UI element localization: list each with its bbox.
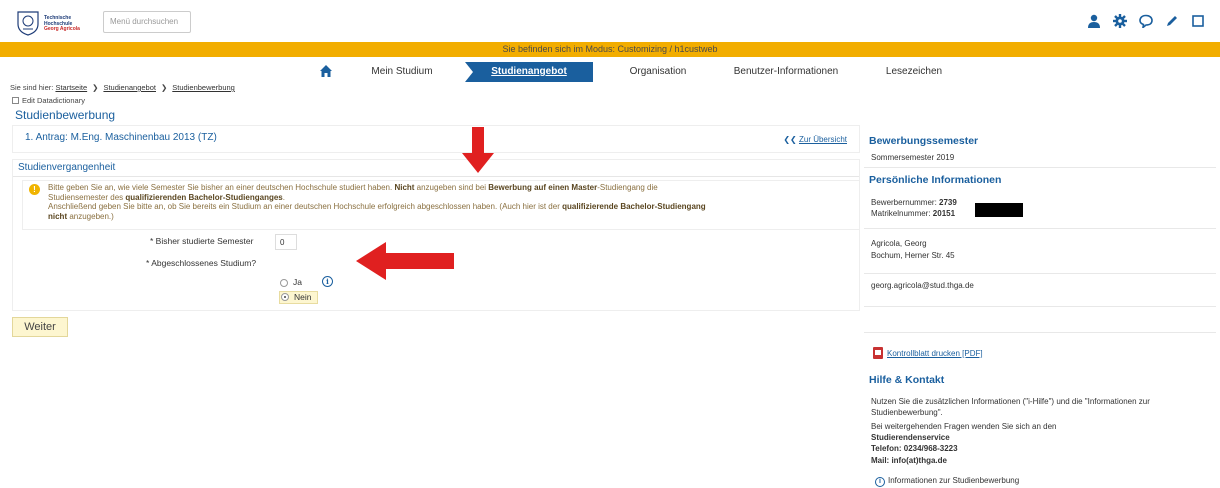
applicant-email: georg.agricola@stud.thga.de <box>871 281 974 290</box>
radio-ja-label: Ja <box>293 277 302 287</box>
gear-icon[interactable] <box>1108 14 1134 30</box>
breadcrumb-link-studienbewerbung[interactable]: Studienbewerbung <box>172 83 235 92</box>
header-icons <box>1082 14 1212 30</box>
back-link-label: Zur Übersicht <box>798 135 847 144</box>
tab-studienangebot[interactable]: Studienangebot <box>465 62 593 82</box>
logo-line: Georg Agricola <box>44 26 80 32</box>
kontrollblatt-pdf-link[interactable]: Kontrollblatt drucken [PDF] <box>887 349 983 360</box>
pdf-icon <box>873 347 883 359</box>
bewerbernummer: Bewerbernummer: 2739 <box>871 198 957 209</box>
antrag-title: 1. Antrag: M.Eng. Maschinenbau 2013 (TZ) <box>25 132 217 143</box>
info-text-bold: Bewerbung auf einen Master <box>488 183 598 192</box>
breadcrumb-link-startseite[interactable]: Startseite <box>55 83 87 92</box>
divider <box>864 273 1216 274</box>
matrikelnummer: Matrikelnummer: 20151 <box>871 209 955 220</box>
page-title: Studienbewerbung <box>15 108 116 122</box>
breadcrumb-prefix: Sie sind hier: <box>10 83 54 92</box>
bewerbungssemester-title: Bewerbungssemester <box>869 135 979 147</box>
info-link-label: Informationen zur Studienbewerbung <box>888 476 1020 485</box>
divider <box>864 332 1216 333</box>
tab-mein-studium[interactable]: Mein Studium <box>352 62 452 82</box>
radio-nein[interactable] <box>281 293 289 301</box>
bewerbungssemester-value: Sommersemester 2019 <box>871 153 955 162</box>
breadcrumb-link-studienangebot[interactable]: Studienangebot <box>103 83 156 92</box>
radio-ja[interactable] <box>280 279 288 287</box>
info-help-icon[interactable]: i <box>322 276 333 287</box>
info-warning-icon: ! <box>29 184 40 195</box>
help-contact-title: Hilfe & Kontakt <box>869 374 945 386</box>
info-text-part: Studiensemester des <box>48 192 126 202</box>
help-text-line: Studienbewerbung". <box>871 408 943 417</box>
info-text-part: . <box>282 192 285 202</box>
bewerbernummer-label: Bewerbernummer: <box>871 198 940 207</box>
redaction-bar <box>975 203 1023 217</box>
semester-label: * Bisher studierte Semester <box>150 236 254 246</box>
chevron-right-icon: ❯ <box>92 83 99 92</box>
seal-icon <box>17 11 39 36</box>
divider <box>864 167 1216 168</box>
divider <box>864 228 1216 229</box>
help-mail: Mail: info(at)thga.de <box>871 456 947 465</box>
applicant-address: Bochum, Herner Str. 45 <box>871 251 955 260</box>
info-circle-icon: i <box>875 477 885 487</box>
semester-input[interactable]: 0 <box>275 234 297 250</box>
window-icon[interactable] <box>1186 14 1212 30</box>
info-text-bold: nicht <box>48 211 68 221</box>
edit-datadictionary-toggle[interactable]: Edit Datadictionary <box>12 96 85 105</box>
personal-info-title: Persönliche Informationen <box>869 174 1002 186</box>
divider <box>13 176 859 177</box>
info-box: ! Bitte geben Sie an, wie viele Semester… <box>22 180 860 230</box>
menu-search-input[interactable]: Menü durchsuchen <box>103 11 191 33</box>
tab-organisation[interactable]: Organisation <box>610 62 706 82</box>
help-phone: Telefon: 0234/968-3223 <box>871 444 958 453</box>
matrikelnummer-label: Matrikelnummer: <box>871 209 933 218</box>
user-icon[interactable] <box>1082 14 1108 30</box>
info-text-bold: qualifizierende Bachelor-Studiengang <box>562 202 706 211</box>
tab-benutzer-informationen[interactable]: Benutzer-Informationen <box>712 62 860 82</box>
antrag-header: 1. Antrag: M.Eng. Maschinenbau 2013 (TZ)… <box>12 125 860 153</box>
weiter-button[interactable]: Weiter <box>12 317 68 337</box>
back-to-overview-link[interactable]: ❮❮ Zur Übersicht <box>783 135 847 144</box>
radio-nein-label: Nein <box>294 292 312 302</box>
info-text-bold: Nicht <box>394 183 415 192</box>
abgeschlossen-label: * Abgeschlossenes Studium? <box>146 258 257 268</box>
pencil-icon[interactable] <box>1160 14 1186 30</box>
mode-banner: Sie befinden sich im Modus: Customizing … <box>0 42 1220 57</box>
info-text-part: anzugeben.) <box>67 211 114 221</box>
double-chevron-left-icon: ❮❮ <box>783 135 799 144</box>
matrikelnummer-value: 20151 <box>932 209 956 218</box>
logo-text: Technische Hochschule Georg Agricola <box>44 15 80 33</box>
chevron-right-icon: ❯ <box>161 83 168 92</box>
main-navigation: Mein Studium Studienangebot Organisation… <box>0 62 1220 82</box>
university-logo[interactable]: Technische Hochschule Georg Agricola <box>16 10 96 38</box>
divider <box>864 306 1216 307</box>
breadcrumb: Sie sind hier: Startseite ❯ Studienangebot… <box>10 83 235 92</box>
home-icon[interactable] <box>318 63 334 79</box>
info-studienbewerbung-link[interactable]: i Informationen zur Studienbewerbung <box>875 476 1019 487</box>
info-text: Bitte geben Sie an, wie viele Semester S… <box>48 183 853 221</box>
info-text-part: Bitte geben Sie an, wie viele Semester S… <box>48 183 395 192</box>
red-arrow-left-icon <box>356 242 454 280</box>
top-header: Technische Hochschule Georg Agricola Men… <box>0 0 1220 42</box>
bewerbernummer-value: 2739 <box>939 198 957 207</box>
info-text-bold: qualifizierenden Bachelor-Studienganges <box>125 192 283 202</box>
section-title: Studienvergangenheit <box>18 162 116 173</box>
applicant-name: Agricola, Georg <box>871 239 927 248</box>
edit-datadictionary-label: Edit Datadictionary <box>22 96 85 105</box>
chat-icon[interactable] <box>1134 14 1160 30</box>
help-text-line: Nutzen Sie die zusätzlichen Informatione… <box>871 397 1150 406</box>
info-text-part: Anschließend geben Sie bitte an, ob Sie … <box>48 202 563 211</box>
studienvergangenheit-section: Studienvergangenheit ! Bitte geben Sie a… <box>12 159 860 311</box>
help-text-line: Bei weitergehenden Fragen wenden Sie sic… <box>871 422 1057 431</box>
help-service-name: Studierendenservice <box>871 433 950 442</box>
tab-lesezeichen[interactable]: Lesezeichen <box>868 62 960 82</box>
info-text-part: -Studiengang die <box>597 183 658 192</box>
red-arrow-down-icon <box>462 127 494 173</box>
checkbox[interactable] <box>12 97 19 104</box>
info-text-part: anzugeben sind bei <box>414 183 489 192</box>
